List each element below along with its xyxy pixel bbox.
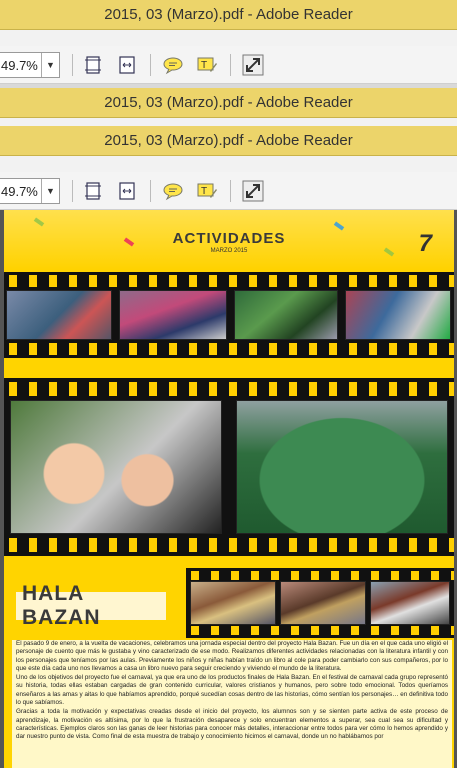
comment-icon[interactable] xyxy=(162,54,184,76)
fit-width-icon[interactable] xyxy=(116,180,138,202)
film-strip xyxy=(186,568,454,638)
article-title-text: HALA BAZAN xyxy=(22,582,101,629)
toolbar: 49.7% ▼ T xyxy=(0,46,457,84)
zoom-value[interactable]: 49.7% xyxy=(0,184,41,199)
film-holes xyxy=(186,626,454,635)
document-viewport[interactable]: ACTIVIDADES MARZO 2015 7 HALA BAZAN El p… xyxy=(0,210,457,768)
fullscreen-icon[interactable] xyxy=(242,180,264,202)
fit-page-icon[interactable] xyxy=(82,54,104,76)
menu-strip xyxy=(0,156,457,172)
photo xyxy=(6,290,112,340)
fit-width-icon[interactable] xyxy=(116,54,138,76)
window-title-bar: 2015, 03 (Marzo).pdf - Adobe Reader xyxy=(0,88,457,118)
article-paragraph: Gracias a toda la motivación y expectati… xyxy=(16,708,448,741)
article-body: El pasado 9 de enero, a la vuelta de vac… xyxy=(12,640,452,768)
window-title: 2015, 03 (Marzo).pdf - Adobe Reader xyxy=(104,6,353,23)
zoom-value[interactable]: 49.7% xyxy=(0,58,41,73)
svg-text:T: T xyxy=(201,60,207,71)
fit-page-icon[interactable] xyxy=(82,180,104,202)
photo xyxy=(236,400,448,534)
page-number: 7 xyxy=(418,230,432,257)
photo xyxy=(10,400,222,534)
photo xyxy=(234,290,338,340)
zoom-field[interactable]: 49.7% ▼ xyxy=(0,178,60,204)
film-holes xyxy=(4,538,454,552)
film-holes xyxy=(186,571,454,580)
pdf-page: ACTIVIDADES MARZO 2015 7 HALA BAZAN El p… xyxy=(4,210,454,768)
section-title: ACTIVIDADES xyxy=(172,230,286,247)
menu-strip xyxy=(0,118,457,126)
film-holes xyxy=(4,275,454,287)
film-holes xyxy=(4,343,454,355)
article-paragraph: Uno de los objetivos del proyecto fue el… xyxy=(16,674,448,707)
separator xyxy=(72,54,73,76)
window-title: 2015, 03 (Marzo).pdf - Adobe Reader xyxy=(104,94,353,111)
photo xyxy=(345,290,451,340)
separator xyxy=(72,180,73,202)
article-title: HALA BAZAN xyxy=(16,582,166,629)
separator xyxy=(150,180,151,202)
section-month: MARZO 2015 xyxy=(210,248,248,254)
chevron-down-icon[interactable]: ▼ xyxy=(41,179,59,203)
window-title-bar: 2015, 03 (Marzo).pdf - Adobe Reader xyxy=(0,0,457,30)
photo xyxy=(280,581,366,625)
zoom-field[interactable]: 49.7% ▼ xyxy=(0,52,60,78)
svg-text:T: T xyxy=(201,186,207,197)
photo xyxy=(190,581,276,625)
separator xyxy=(230,54,231,76)
fullscreen-icon[interactable] xyxy=(242,54,264,76)
film-strip xyxy=(4,272,454,358)
highlight-text-icon[interactable]: T xyxy=(196,54,218,76)
toolbar: 49.7% ▼ T xyxy=(0,172,457,210)
photo xyxy=(370,581,450,625)
comment-icon[interactable] xyxy=(162,180,184,202)
article-paragraph: El pasado 9 de enero, a la vuelta de vac… xyxy=(16,640,448,672)
menu-strip xyxy=(0,30,457,46)
separator xyxy=(150,54,151,76)
chevron-down-icon[interactable]: ▼ xyxy=(41,53,59,77)
film-holes xyxy=(4,382,454,396)
photo xyxy=(119,290,227,340)
window-title: 2015, 03 (Marzo).pdf - Adobe Reader xyxy=(104,132,353,149)
window-title-bar: 2015, 03 (Marzo).pdf - Adobe Reader xyxy=(0,126,457,156)
film-strip xyxy=(4,378,454,556)
separator xyxy=(230,180,231,202)
highlight-text-icon[interactable]: T xyxy=(196,180,218,202)
